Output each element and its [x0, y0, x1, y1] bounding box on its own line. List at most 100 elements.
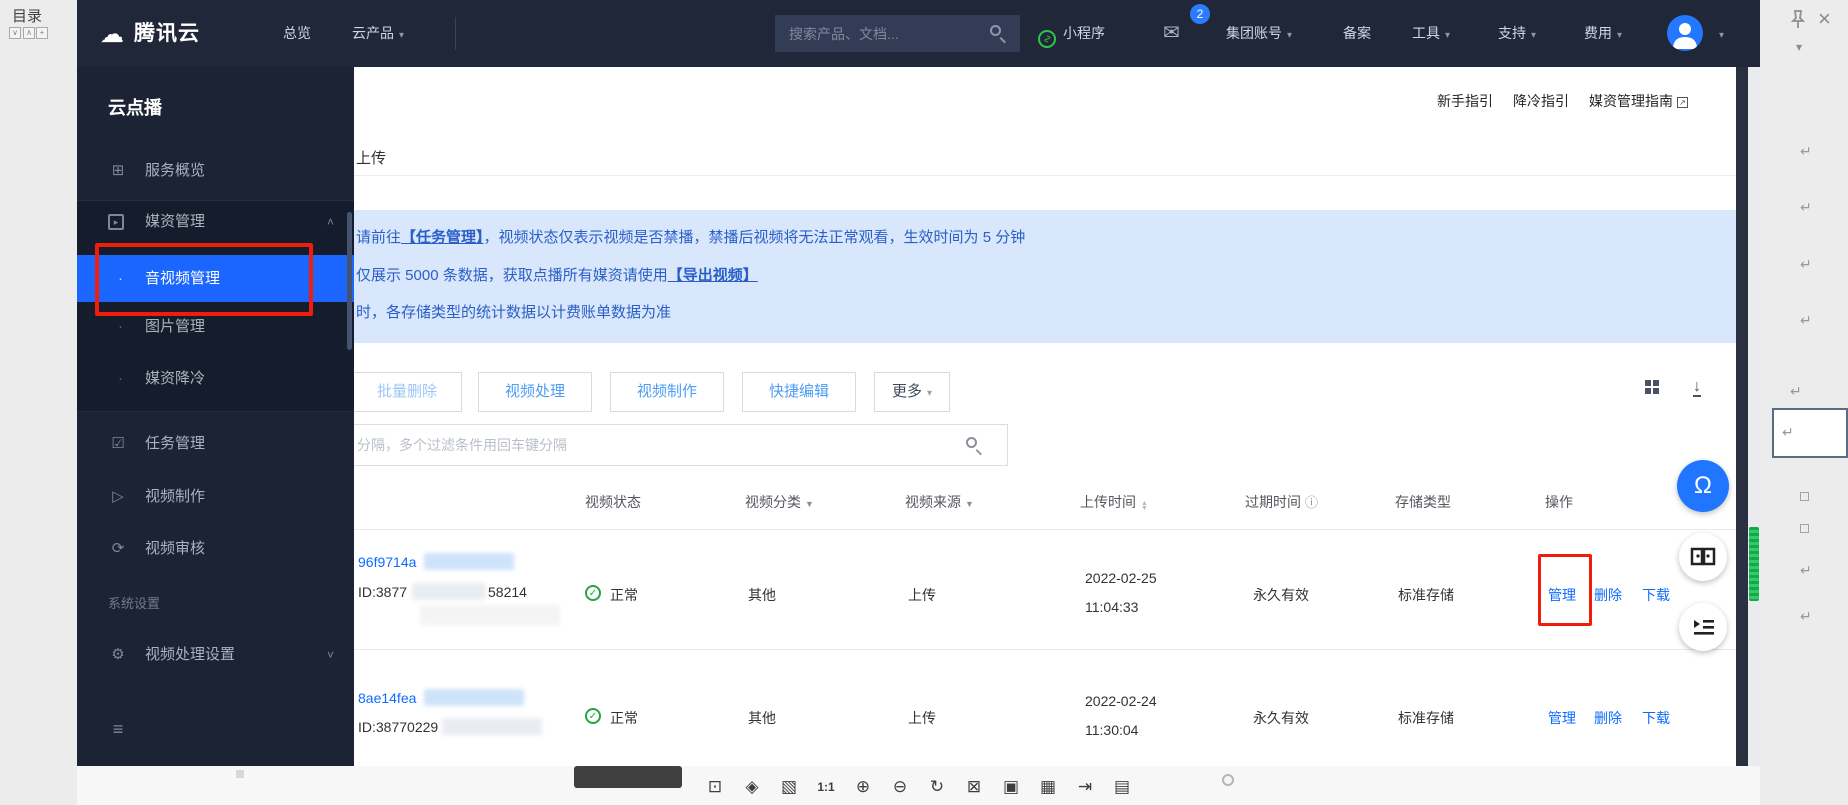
nav-tools[interactable]: 工具▾ — [1412, 0, 1450, 67]
toolbar-dot-icon[interactable] — [1222, 774, 1234, 786]
link-cooling-guide[interactable]: 降冷指引 — [1513, 91, 1569, 111]
nav-group-account[interactable]: 集团账号▾ — [1226, 0, 1292, 67]
redacted-blur — [442, 718, 542, 735]
video-process-button[interactable]: 视频处理 — [478, 372, 592, 412]
info-icon[interactable]: ⓘ — [1305, 495, 1318, 510]
manage-link[interactable]: 管理 — [1548, 585, 1576, 605]
message-envelope-icon[interactable]: ✉ — [1163, 0, 1180, 67]
notice-text: 时，各存储类型的统计数据以计费账单数据为准 — [356, 304, 671, 321]
nav-support[interactable]: 支持▾ — [1498, 0, 1536, 67]
upload-time: 11:30:04 — [1085, 722, 1138, 738]
select-icon[interactable]: ⊠ — [959, 772, 989, 802]
grid-view-icon[interactable] — [1645, 380, 1659, 394]
sidebar-item-video-process-settings[interactable]: ⚙ 视频处理设置 ˅ — [77, 633, 354, 677]
video-name-link[interactable]: 96f9714a — [358, 554, 416, 570]
avatar-caret[interactable]: ▾ — [1714, 0, 1724, 67]
zoom-in-icon[interactable]: ⊕ — [848, 772, 878, 802]
nav-products[interactable]: 云产品▾ — [352, 0, 404, 67]
caret-down-icon: ▾ — [927, 388, 932, 399]
video-name-link[interactable]: 8ae14fea — [358, 690, 416, 706]
nav-search-input[interactable] — [775, 15, 1020, 52]
manage-link[interactable]: 管理 — [1548, 708, 1576, 728]
status-ok-icon: ✓ — [585, 708, 601, 724]
print-icon[interactable]: ▤ — [1107, 772, 1137, 802]
sidebar-item-audio-video-management[interactable]: · 音视频管理 — [77, 255, 354, 302]
customer-service-button[interactable]: Ω — [1677, 460, 1729, 512]
tencent-cloud-logo[interactable]: ☁腾讯云 — [100, 0, 200, 67]
video-compose-button[interactable]: 视频制作 — [610, 372, 724, 412]
notice-line-2: 仅展示 5000 条数据，获取点播所有媒资请使用【导出视频】 — [356, 264, 758, 285]
download-link[interactable]: 下载 — [1642, 585, 1670, 605]
nav-billing[interactable]: 费用▾ — [1584, 0, 1622, 67]
export-icon[interactable]: ⇥ — [1070, 772, 1100, 802]
item-label: 图片管理 — [145, 305, 205, 349]
sort-icon[interactable]: ▲▼ — [1141, 501, 1148, 511]
play-outline-icon: ▷ — [108, 475, 128, 519]
page-scrollbar-track[interactable] — [1748, 67, 1760, 766]
notice-text: 请前往 — [356, 229, 401, 246]
sidebar-item-task-management[interactable]: ☑ 任务管理 — [77, 422, 354, 466]
filter-icon[interactable]: ▼ — [965, 499, 974, 509]
status-ok-icon: ✓ — [585, 585, 601, 601]
sidebar-item-video-review[interactable]: ⟳ 视频审核 — [77, 527, 354, 571]
page-scrollbar-thumb[interactable] — [1749, 527, 1759, 601]
sidebar-collapse-button[interactable]: ≡ — [77, 707, 354, 751]
delete-link[interactable]: 删除 — [1594, 585, 1622, 605]
close-icon[interactable]: × — [1818, 6, 1831, 32]
caret-down-icon[interactable]: ▾ — [1796, 40, 1802, 54]
catalog-expand-button[interactable]: ∧ — [23, 27, 35, 39]
delete-link[interactable]: 删除 — [1594, 708, 1622, 728]
filter-icon[interactable]: ▼ — [805, 499, 814, 509]
task-management-link[interactable]: 【任务管理】 — [401, 229, 484, 246]
docs-button[interactable] — [1679, 533, 1727, 581]
pin-icon[interactable] — [1788, 8, 1808, 30]
sidebar-item-media-management[interactable]: ▸ 媒资管理 ˄ — [77, 200, 354, 244]
batch-delete-button[interactable]: 批量删除 — [352, 372, 462, 412]
fit-page-icon[interactable]: ⊡ — [700, 772, 730, 802]
status-value: 正常 — [610, 585, 638, 605]
more-label: 更多 — [892, 383, 922, 400]
user-avatar[interactable] — [1667, 15, 1703, 51]
download-link[interactable]: 下载 — [1642, 708, 1670, 728]
row-divider — [354, 649, 1736, 650]
feedback-list-button[interactable] — [1679, 603, 1727, 651]
annotate-icon[interactable]: ▧ — [774, 772, 804, 802]
zoom-out-icon[interactable]: ⊖ — [885, 772, 915, 802]
catalog-add-button[interactable]: + — [36, 27, 48, 39]
nav-overview[interactable]: 总览 — [283, 0, 311, 67]
filter-search-icon[interactable] — [966, 437, 977, 448]
sidebar-item-media-cooling[interactable]: · 媒资降冷 — [77, 357, 354, 401]
catalog-collapse-button[interactable]: ∨ — [9, 27, 21, 39]
quick-edit-button[interactable]: 快捷编辑 — [742, 372, 856, 412]
mini-program-label: 小程序 — [1063, 25, 1105, 41]
one-to-one-icon[interactable]: 1:1 — [811, 772, 841, 802]
sidebar-item-image-management[interactable]: · 图片管理 — [77, 305, 354, 349]
tools-label: 工具 — [1412, 25, 1440, 41]
rotate-icon[interactable]: ↻ — [922, 772, 952, 802]
item-label: 服务概览 — [145, 149, 205, 193]
col-header-status: 视频状态 — [585, 492, 641, 512]
redacted-blur — [424, 553, 514, 570]
image-tool-icon[interactable]: ▣ — [996, 772, 1026, 802]
download-list-icon[interactable]: ↓ — [1693, 379, 1701, 397]
export-video-link[interactable]: 【导出视频】 — [668, 267, 758, 284]
message-count-badge[interactable]: 2 — [1190, 4, 1210, 24]
link-media-guide[interactable]: 媒资管理指南↗ — [1589, 91, 1688, 111]
search-icon[interactable] — [990, 25, 1001, 36]
upload-label[interactable]: 上传 — [356, 147, 386, 168]
fit-width-icon[interactable]: ◈ — [737, 772, 767, 802]
gear-icon: ⚙ — [108, 633, 128, 677]
sidebar-item-video-compose[interactable]: ▷ 视频制作 — [77, 475, 354, 519]
more-button[interactable]: 更多 ▾ — [874, 372, 950, 412]
nav-mini-program[interactable]: ∿小程序 — [1038, 0, 1105, 67]
image-tool2-icon[interactable]: ▦ — [1033, 772, 1063, 802]
caret-down-icon: ▾ — [1719, 30, 1724, 41]
item-label: 视频处理设置 — [145, 633, 235, 677]
book-icon — [1679, 533, 1727, 581]
filter-search-input[interactable] — [352, 424, 1008, 466]
nav-beian[interactable]: 备案 — [1343, 0, 1371, 67]
sidebar-item-service-overview[interactable]: ⊞ 服务概览 — [77, 149, 354, 193]
category-label: 视频分类 — [745, 494, 801, 510]
link-beginner-guide[interactable]: 新手指引 — [1437, 91, 1493, 111]
sidebar-scrollbar-thumb[interactable] — [347, 212, 352, 350]
